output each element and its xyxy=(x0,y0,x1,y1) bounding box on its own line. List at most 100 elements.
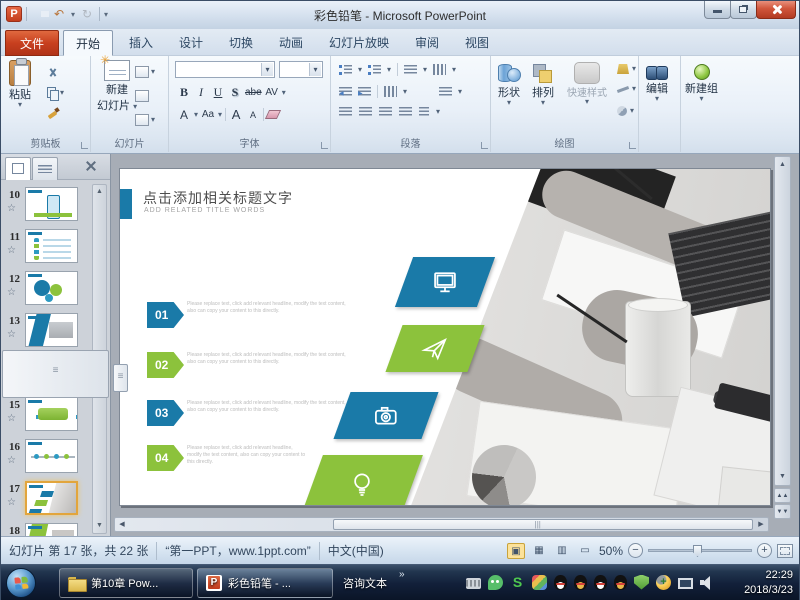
font-color-button[interactable]: A xyxy=(177,108,191,122)
font-name-combo[interactable]: ▾ xyxy=(175,61,275,78)
font-dialog-launcher[interactable] xyxy=(321,142,328,149)
columns-icon[interactable] xyxy=(384,86,397,97)
animation-star-icon[interactable]: ☆ xyxy=(7,287,16,298)
bullets-icon[interactable] xyxy=(339,65,352,75)
tab-insert[interactable]: 插入 xyxy=(117,30,165,56)
animation-star-icon[interactable]: ☆ xyxy=(7,455,16,466)
qq-icon[interactable] xyxy=(594,575,607,590)
tab-transitions[interactable]: 切换 xyxy=(217,30,265,56)
taskbar-button-folder[interactable]: 第10章 Pow... xyxy=(59,568,193,598)
copy-button[interactable]: ▾ xyxy=(47,84,81,101)
tray-overflow-icon[interactable]: » xyxy=(399,569,405,580)
item-badge-03[interactable]: 03 xyxy=(147,400,184,426)
wechat-icon[interactable] xyxy=(488,575,503,590)
reading-view-button[interactable]: ▥ xyxy=(553,543,571,559)
shape-outline-button[interactable]: ▾ xyxy=(617,86,636,92)
taskbar-button-text-window[interactable]: 咨询文本 xyxy=(343,575,387,591)
horizontal-scrollbar[interactable]: ◀ ▶ xyxy=(114,517,769,532)
drawing-dialog-launcher[interactable] xyxy=(629,142,636,149)
scroll-left-icon[interactable]: ◀ xyxy=(115,518,129,531)
scroll-right-icon[interactable]: ▶ xyxy=(754,518,768,531)
close-button[interactable] xyxy=(756,1,796,19)
scroll-down-icon[interactable]: ▼ xyxy=(775,470,790,484)
vertical-scrollbar[interactable]: ▲ ▼ xyxy=(774,156,791,486)
shrink-font-button[interactable]: A xyxy=(246,110,260,120)
close-panel-icon[interactable] xyxy=(84,159,98,173)
zoom-slider-thumb[interactable] xyxy=(693,545,702,557)
camera-chip[interactable] xyxy=(333,392,438,439)
grow-font-button[interactable]: A xyxy=(229,107,243,122)
clipboard-dialog-launcher[interactable] xyxy=(81,142,88,149)
underline-button[interactable]: U xyxy=(211,85,225,100)
vertical-scroll-thumb[interactable] xyxy=(113,364,128,392)
language-indicator[interactable]: 中文(中国) xyxy=(328,542,384,559)
slide-thumbnail-11[interactable] xyxy=(25,229,78,263)
slideshow-view-button[interactable]: ▭ xyxy=(576,543,594,559)
slide-editing-surface[interactable]: 点击添加相关标题文字 ADD RELATED TITLE WORDS 01 Pl… xyxy=(119,168,771,506)
text-direction-icon[interactable] xyxy=(433,64,446,75)
clear-formatting-icon[interactable] xyxy=(265,110,281,119)
layout-button[interactable]: ▾ xyxy=(135,64,165,80)
align-text-icon[interactable] xyxy=(419,107,429,117)
cut-button[interactable] xyxy=(47,64,81,81)
tab-view[interactable]: 视图 xyxy=(453,30,501,56)
minimize-button[interactable] xyxy=(704,1,731,19)
tab-slideshow[interactable]: 幻灯片放映 xyxy=(317,30,401,56)
shield-icon[interactable] xyxy=(634,575,649,590)
restore-button[interactable] xyxy=(730,1,757,19)
fit-to-window-button[interactable] xyxy=(777,544,793,558)
volume-icon[interactable] xyxy=(700,576,715,591)
network-icon[interactable] xyxy=(678,578,693,589)
scroll-up-icon[interactable]: ▲ xyxy=(775,158,790,172)
shapes-button[interactable]: 形状 ▾ xyxy=(497,62,521,106)
animation-star-icon[interactable]: ☆ xyxy=(7,203,16,214)
increase-indent-icon[interactable] xyxy=(358,87,371,97)
text-shadow-button[interactable]: S xyxy=(228,85,242,100)
tab-review[interactable]: 审阅 xyxy=(403,30,451,56)
tab-design[interactable]: 设计 xyxy=(167,30,215,56)
zoom-level[interactable]: 50% xyxy=(599,544,623,558)
qq-icon[interactable] xyxy=(554,575,567,590)
animation-star-icon[interactable]: ☆ xyxy=(7,413,16,424)
align-center-icon[interactable] xyxy=(359,107,372,117)
strikethrough-button[interactable]: abe xyxy=(245,87,262,98)
slide-subtitle[interactable]: ADD RELATED TITLE WORDS xyxy=(144,207,265,214)
item-text-02[interactable]: Please replace text, click add relevant … xyxy=(187,352,347,366)
justify-icon[interactable] xyxy=(399,107,412,117)
rainbow-icon[interactable] xyxy=(532,575,547,590)
previous-slide-button[interactable]: ▲▲ xyxy=(774,488,791,503)
monitor-chip[interactable] xyxy=(395,257,495,307)
paste-dropdown-icon[interactable]: ▾ xyxy=(18,102,22,108)
normal-view-button[interactable]: ▣ xyxy=(507,543,525,559)
slide-thumbnail-12[interactable] xyxy=(25,271,78,305)
quick-styles-button[interactable]: 快速样式 ▾ xyxy=(567,62,607,105)
item-text-01[interactable]: Please replace text, click add relevant … xyxy=(187,301,347,315)
tab-file[interactable]: 文件 xyxy=(5,30,59,56)
arrange-button[interactable]: 排列 ▾ xyxy=(531,62,555,106)
font-size-combo[interactable]: ▾ xyxy=(279,61,323,78)
new-group-button[interactable]: 新建组 ▾ xyxy=(685,64,718,102)
format-painter-button[interactable] xyxy=(47,104,81,121)
shape-fill-button[interactable]: ▾ xyxy=(617,64,636,74)
character-spacing-button[interactable]: AV xyxy=(265,87,279,98)
new-slide-button[interactable]: 新建 幻灯片 ▾ xyxy=(97,60,137,113)
zoom-in-button[interactable]: + xyxy=(757,543,772,558)
item-text-04[interactable]: Please replace text, click add relevant … xyxy=(187,445,307,466)
paper-plane-chip[interactable] xyxy=(385,325,484,372)
lightbulb-chip[interactable] xyxy=(301,455,423,506)
slide-thumbnail-13[interactable] xyxy=(25,313,78,347)
scroll-down-icon[interactable]: ▼ xyxy=(93,519,106,533)
decrease-indent-icon[interactable] xyxy=(339,87,352,97)
zoom-out-button[interactable]: − xyxy=(628,543,643,558)
slide-title[interactable]: 点击添加相关标题文字 xyxy=(143,188,293,208)
animation-star-icon[interactable]: ☆ xyxy=(7,245,16,256)
chevron-down-icon[interactable]: ▾ xyxy=(282,90,286,96)
italic-button[interactable]: I xyxy=(194,85,208,100)
slide-sorter-view-button[interactable]: ▦ xyxy=(530,543,548,559)
numbering-icon[interactable] xyxy=(368,65,381,75)
shape-effects-button[interactable]: ▾ xyxy=(617,106,634,116)
safety-ball-icon[interactable]: + xyxy=(656,575,671,590)
change-case-button[interactable]: Aa xyxy=(201,109,215,120)
reset-button[interactable] xyxy=(135,88,165,104)
item-badge-04[interactable]: 04 xyxy=(147,445,184,471)
